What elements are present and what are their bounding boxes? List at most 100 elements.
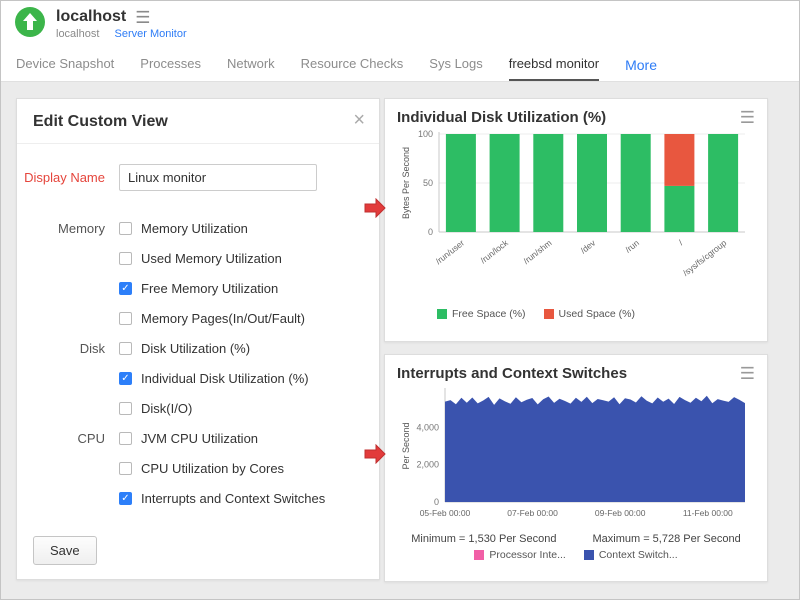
checkbox-memory-utilization[interactable] (119, 222, 132, 235)
chart-menu-icon[interactable]: ☰ (740, 109, 755, 126)
app-header: localhost ☰ localhost Server Monitor (0, 0, 800, 48)
breadcrumb: localhost Server Monitor (56, 28, 187, 40)
option-row: Memory Pages(In/Out/Fault) (17, 303, 379, 333)
svg-text:100: 100 (418, 129, 433, 139)
legend-swatch (544, 309, 554, 319)
legend-swatch (437, 309, 447, 319)
edit-custom-view-panel: Edit Custom View × Display Name MemoryMe… (16, 98, 380, 580)
option-row: ✓ Interrupts and Context Switches (17, 483, 379, 513)
legend-swatch (474, 550, 484, 560)
hamburger-menu-icon[interactable]: ☰ (135, 9, 150, 26)
minmax-summary: Minimum = 1,530 Per Second Maximum = 5,7… (397, 533, 755, 545)
interrupts-chart-title: Interrupts and Context Switches (397, 365, 627, 382)
checkbox-free-memory-utilization[interactable]: ✓ (119, 282, 132, 295)
checkbox-label: Disk Utilization (%) (141, 341, 250, 356)
disk-utilization-card: Individual Disk Utilization (%) ☰ 0 50 100… (384, 98, 768, 342)
tab-resource-checks[interactable]: Resource Checks (301, 48, 404, 81)
maximum-value: Maximum = 5,728 Per Second (592, 533, 740, 545)
legend-item: Processor Inte... (474, 549, 565, 561)
server-up-status-icon (14, 6, 46, 43)
svg-text:/dev: /dev (578, 237, 597, 255)
group-label-disk: Disk (17, 341, 119, 356)
display-name-input[interactable] (119, 164, 317, 191)
tab-network[interactable]: Network (227, 48, 275, 81)
checkbox-label: Memory Utilization (141, 221, 248, 236)
disk-chart-title: Individual Disk Utilization (%) (397, 109, 606, 126)
svg-text:/: / (677, 237, 686, 247)
legend-item: Used Space (%) (544, 308, 635, 320)
checkbox-interrupts-and-context-switches[interactable]: ✓ (119, 492, 132, 505)
checkbox-groups: Memory Memory Utilization Used Memory Util… (17, 213, 379, 513)
minimum-value: Minimum = 1,530 Per Second (411, 533, 556, 545)
legend-swatch (584, 550, 594, 560)
close-icon[interactable]: × (353, 109, 365, 132)
checkbox-label: CPU Utilization by Cores (141, 461, 284, 476)
disk-chart-svg: 0 50 100/run/user/run/lock/run/shm/dev/run… (397, 128, 757, 308)
checkbox-used-memory-utilization[interactable] (119, 252, 132, 265)
save-button[interactable]: Save (33, 536, 97, 565)
svg-text:2,000: 2,000 (416, 460, 439, 470)
interrupts-legend: Processor Inte...Context Switch... (397, 549, 755, 561)
option-row: Used Memory Utilization (17, 243, 379, 273)
legend-item: Free Space (%) (437, 308, 526, 320)
option-row: Disk(I/O) (17, 393, 379, 423)
checkbox-label: JVM CPU Utilization (141, 431, 258, 446)
checkbox-label: Free Memory Utilization (141, 281, 278, 296)
svg-text:Bytes Per Second: Bytes Per Second (401, 147, 411, 219)
option-row: Memory Memory Utilization (17, 213, 379, 243)
checkbox-label: Individual Disk Utilization (%) (141, 371, 309, 386)
breadcrumb-host: localhost (56, 28, 99, 40)
display-name-label: Display Name (17, 170, 119, 185)
interrupts-chart-svg: 02,0004,00005-Feb 00:0007-Feb 00:0009-Fe… (397, 384, 757, 530)
disk-legend: Free Space (%) Used Space (%) (437, 308, 755, 320)
option-row: ✓ Individual Disk Utilization (%) (17, 363, 379, 393)
svg-text:4,000: 4,000 (416, 422, 439, 432)
header-text: localhost ☰ localhost Server Monitor (56, 8, 187, 40)
tab-device-snapshot[interactable]: Device Snapshot (16, 48, 114, 81)
chart-menu-icon[interactable]: ☰ (740, 365, 755, 382)
checkbox-cpu-utilization-by-cores[interactable] (119, 462, 132, 475)
checkbox-individual-disk-utilization[interactable]: ✓ (119, 372, 132, 385)
svg-text:50: 50 (423, 178, 433, 188)
host-title: localhost (56, 8, 126, 26)
svg-text:/run: /run (623, 238, 641, 255)
tab-bar: Device Snapshot Processes Network Resource … (0, 48, 800, 82)
main-content: Edit Custom View × Display Name MemoryMe… (0, 82, 800, 600)
svg-text:11-Feb 00:00: 11-Feb 00:00 (683, 508, 733, 518)
option-row: CPU JVM CPU Utilization (17, 423, 379, 453)
svg-text:0: 0 (434, 497, 439, 507)
group-label-memory: Memory (17, 221, 119, 236)
svg-text:/run/lock: /run/lock (478, 237, 510, 265)
tab-freebsd-monitor[interactable]: freebsd monitor (509, 48, 599, 81)
checkbox-label: Used Memory Utilization (141, 251, 282, 266)
red-arrow-icon (364, 198, 386, 223)
checkbox-label: Disk(I/O) (141, 401, 192, 416)
option-row: ✓ Free Memory Utilization (17, 273, 379, 303)
checkbox-disk-utilization[interactable] (119, 342, 132, 355)
tab-sys-logs[interactable]: Sys Logs (429, 48, 482, 81)
tab-processes[interactable]: Processes (140, 48, 201, 81)
svg-text:Per Second: Per Second (401, 422, 411, 469)
svg-text:09-Feb 00:00: 09-Feb 00:00 (595, 508, 646, 518)
checkbox-label: Interrupts and Context Switches (141, 491, 325, 506)
tab-bar-items: Device Snapshot Processes Network Resource … (16, 48, 599, 81)
custom-view-form: Display Name Memory Memory Utilization Use… (17, 144, 379, 513)
checkbox-label: Memory Pages(In/Out/Fault) (141, 311, 305, 326)
svg-text:/run/shm: /run/shm (521, 238, 553, 266)
svg-text:0: 0 (428, 227, 433, 237)
checkbox-jvm-cpu-utilization[interactable] (119, 432, 132, 445)
svg-text:/sys/fs/cgroup: /sys/fs/cgroup (681, 238, 729, 278)
panel-title: Edit Custom View (33, 113, 168, 130)
option-row: Disk Disk Utilization (%) (17, 333, 379, 363)
display-name-row: Display Name (17, 164, 379, 191)
svg-text:05-Feb 00:00: 05-Feb 00:00 (420, 508, 471, 518)
checkbox-disk-i-o[interactable] (119, 402, 132, 415)
group-label-cpu: CPU (17, 431, 119, 446)
red-arrow-icon (364, 444, 386, 469)
tab-more[interactable]: More (625, 48, 657, 81)
option-row: CPU Utilization by Cores (17, 453, 379, 483)
checkbox-memory-pages-in-out-fault[interactable] (119, 312, 132, 325)
svg-text:/run/user: /run/user (434, 238, 467, 267)
interrupts-card: Interrupts and Context Switches ☰ 0 2,000… (384, 354, 768, 582)
breadcrumb-server-monitor-link[interactable]: Server Monitor (114, 28, 186, 40)
